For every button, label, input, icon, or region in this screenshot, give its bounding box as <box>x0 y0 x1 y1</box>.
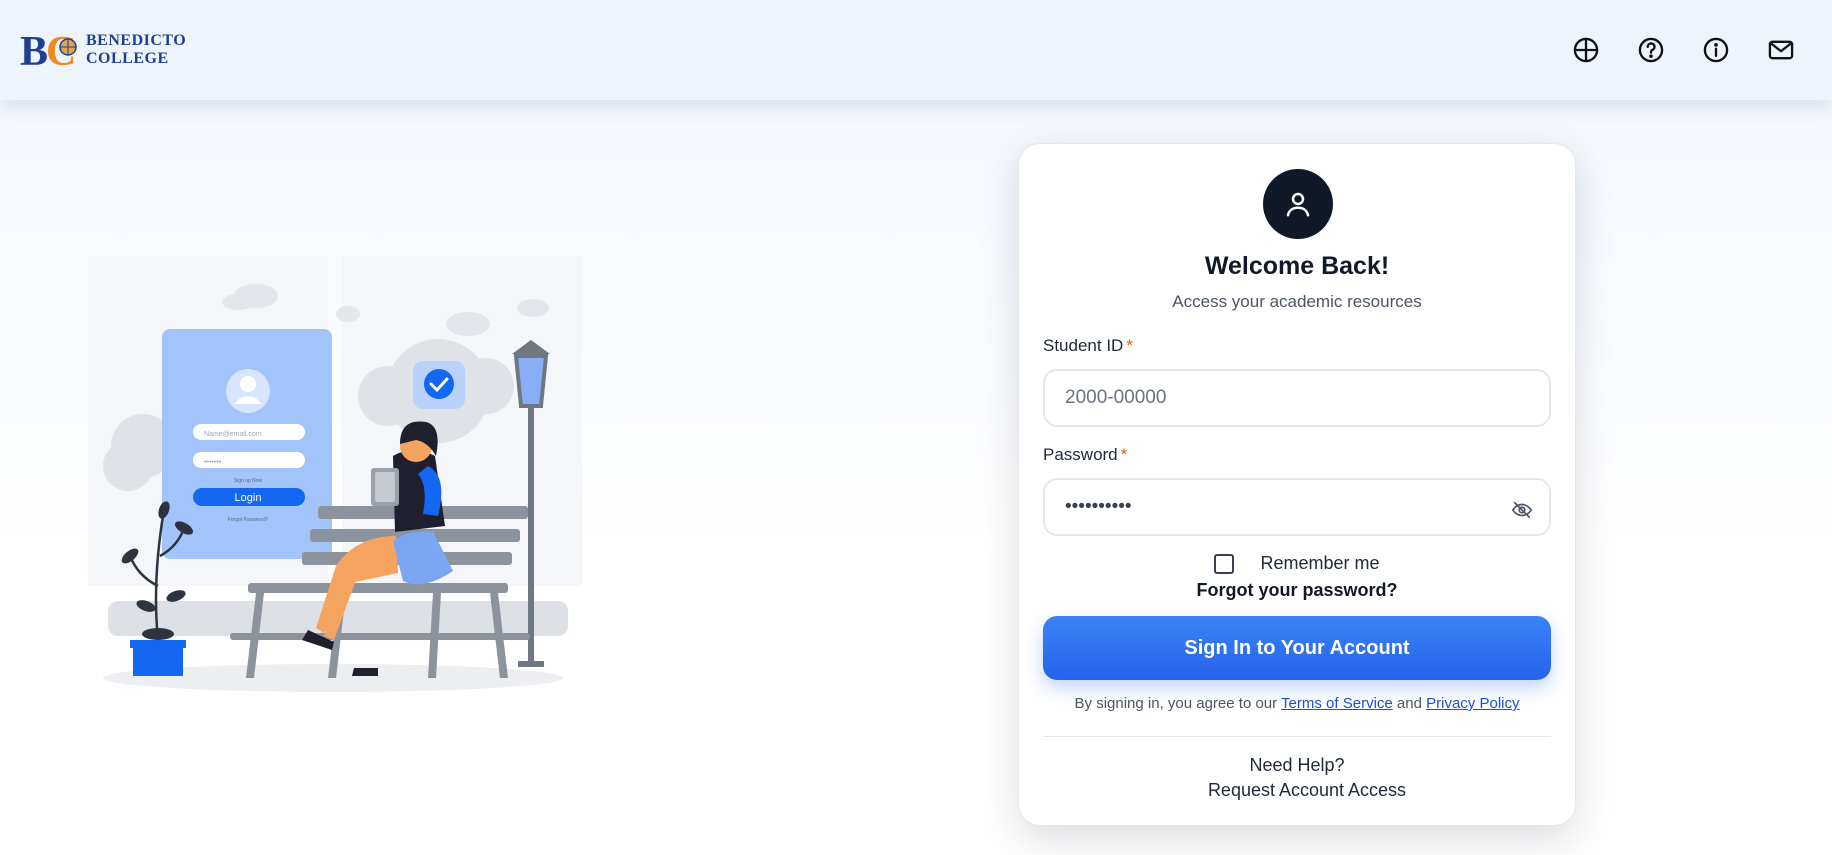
student-id-label: Student ID * <box>1043 336 1133 356</box>
help-circle-icon[interactable] <box>1634 33 1668 67</box>
svg-text:•••••••: ••••••• <box>204 459 222 466</box>
password-label: Password * <box>1043 445 1127 465</box>
forgot-password-link[interactable]: Forgot your password? <box>1019 580 1575 601</box>
terms-prefix: By signing in, you agree to our <box>1074 695 1278 712</box>
student-id-input[interactable] <box>1043 369 1551 427</box>
bc-logo-icon: B C <box>20 29 84 75</box>
avatar-user-icon <box>1263 169 1333 239</box>
need-help-text: Need Help? <box>1249 755 1345 775</box>
privacy-policy-link[interactable]: Privacy Policy <box>1426 695 1519 712</box>
logo-line-1: BENEDICTO <box>86 32 187 49</box>
page-subtitle: Access your academic resources <box>1172 292 1422 311</box>
illustration-forgot-text: Forgot Password? <box>228 517 269 523</box>
request-account-access-link[interactable]: Request Account Access <box>1019 780 1575 801</box>
illustration-login-text: Login <box>235 492 262 504</box>
page-title: Welcome Back! <box>1204 252 1390 280</box>
top-navbar: B C BENEDICTO COLLEGE <box>0 0 1832 100</box>
eye-off-icon[interactable] <box>1507 495 1537 525</box>
login-illustration: Name@email.com ••••••• Sign up Now Login… <box>88 256 582 696</box>
remember-me-checkbox[interactable] <box>1214 553 1235 574</box>
svg-text:B: B <box>20 30 48 70</box>
remember-me-label[interactable]: Remember me <box>1260 553 1379 574</box>
globe-icon[interactable] <box>1569 33 1603 67</box>
terms-and: and <box>1396 695 1422 712</box>
password-input[interactable] <box>1043 478 1551 536</box>
mail-icon[interactable] <box>1764 33 1798 67</box>
illustration-signup-text: Sign up Now <box>234 478 263 484</box>
terms-of-service-link[interactable]: Terms of Service <box>1281 695 1393 712</box>
divider <box>1043 736 1551 737</box>
sign-in-button[interactable]: Sign In to Your Account <box>1043 616 1551 680</box>
required-marker: * <box>1126 336 1133 355</box>
logo-line-2: COLLEGE <box>86 50 169 67</box>
terms-notice: By signing in, you agree to our Terms of… <box>1019 695 1575 712</box>
info-icon[interactable] <box>1699 33 1733 67</box>
student-id-label-text: Student ID <box>1043 336 1124 355</box>
required-marker: * <box>1120 445 1128 464</box>
login-card: Welcome Back! Access your academic resou… <box>1018 143 1576 826</box>
password-label-text: Password <box>1043 445 1118 464</box>
remember-me-row: Remember me <box>1019 553 1575 574</box>
illustration-email-text: Name@email.com <box>204 431 262 438</box>
college-logo[interactable]: B C BENEDICTO COLLEGE <box>20 29 187 75</box>
